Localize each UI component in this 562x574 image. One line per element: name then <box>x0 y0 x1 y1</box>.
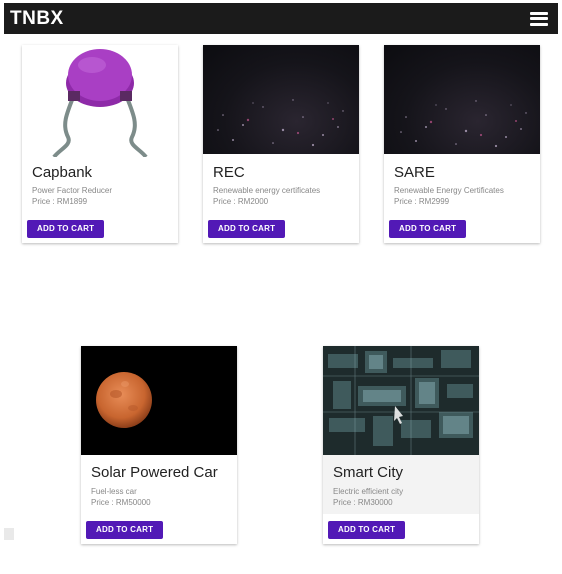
brand-logo[interactable]: TNBX <box>10 8 64 30</box>
product-title: SARE <box>394 164 435 181</box>
sparkle-dark-image <box>384 45 540 154</box>
add-to-cart-button[interactable]: ADD TO CART <box>27 220 105 238</box>
product-card-solar-powered-car: Solar Powered Car Fuel-less car Price : … <box>81 346 237 544</box>
product-card-capbank: Capbank Power Factor Reducer Price : RM1… <box>22 45 178 243</box>
product-price: Price : RM2999 <box>394 197 450 206</box>
product-description: Renewable Energy Certificates <box>394 186 504 195</box>
hamburger-menu-icon[interactable] <box>530 11 548 26</box>
add-to-cart-button[interactable]: ADD TO CART <box>328 521 406 539</box>
sparkle-dark-image <box>203 45 359 154</box>
product-description: Fuel-less car <box>91 487 137 496</box>
circuit-board-image <box>323 346 479 455</box>
product-price: Price : RM2000 <box>213 197 269 206</box>
add-to-cart-button[interactable]: ADD TO CART <box>86 521 164 539</box>
product-title: Smart City <box>333 464 404 481</box>
product-price: Price : RM30000 <box>333 498 393 507</box>
product-description: Electric efficient city <box>333 487 404 496</box>
product-title: REC <box>213 164 245 181</box>
product-card-sare: SARE Renewable Energy Certificates Price… <box>384 45 540 243</box>
product-description: Power Factor Reducer <box>32 186 113 195</box>
add-to-cart-button[interactable]: ADD TO CART <box>208 220 286 238</box>
product-title: Capbank <box>32 164 93 181</box>
product-description: Renewable energy certificates <box>213 186 321 195</box>
product-price: Price : RM50000 <box>91 498 151 507</box>
capacitor-image <box>22 45 178 157</box>
moon-image <box>81 346 237 455</box>
top-navbar: TNBX <box>4 3 558 34</box>
scroll-stub <box>4 528 14 540</box>
product-price: Price : RM1899 <box>32 197 88 206</box>
add-to-cart-button[interactable]: ADD TO CART <box>389 220 467 238</box>
product-title: Solar Powered Car <box>91 464 218 481</box>
product-card-rec: REC Renewable energy certificates Price … <box>203 45 359 243</box>
product-card-smart-city: Smart City Electric efficient city Price… <box>323 346 479 544</box>
